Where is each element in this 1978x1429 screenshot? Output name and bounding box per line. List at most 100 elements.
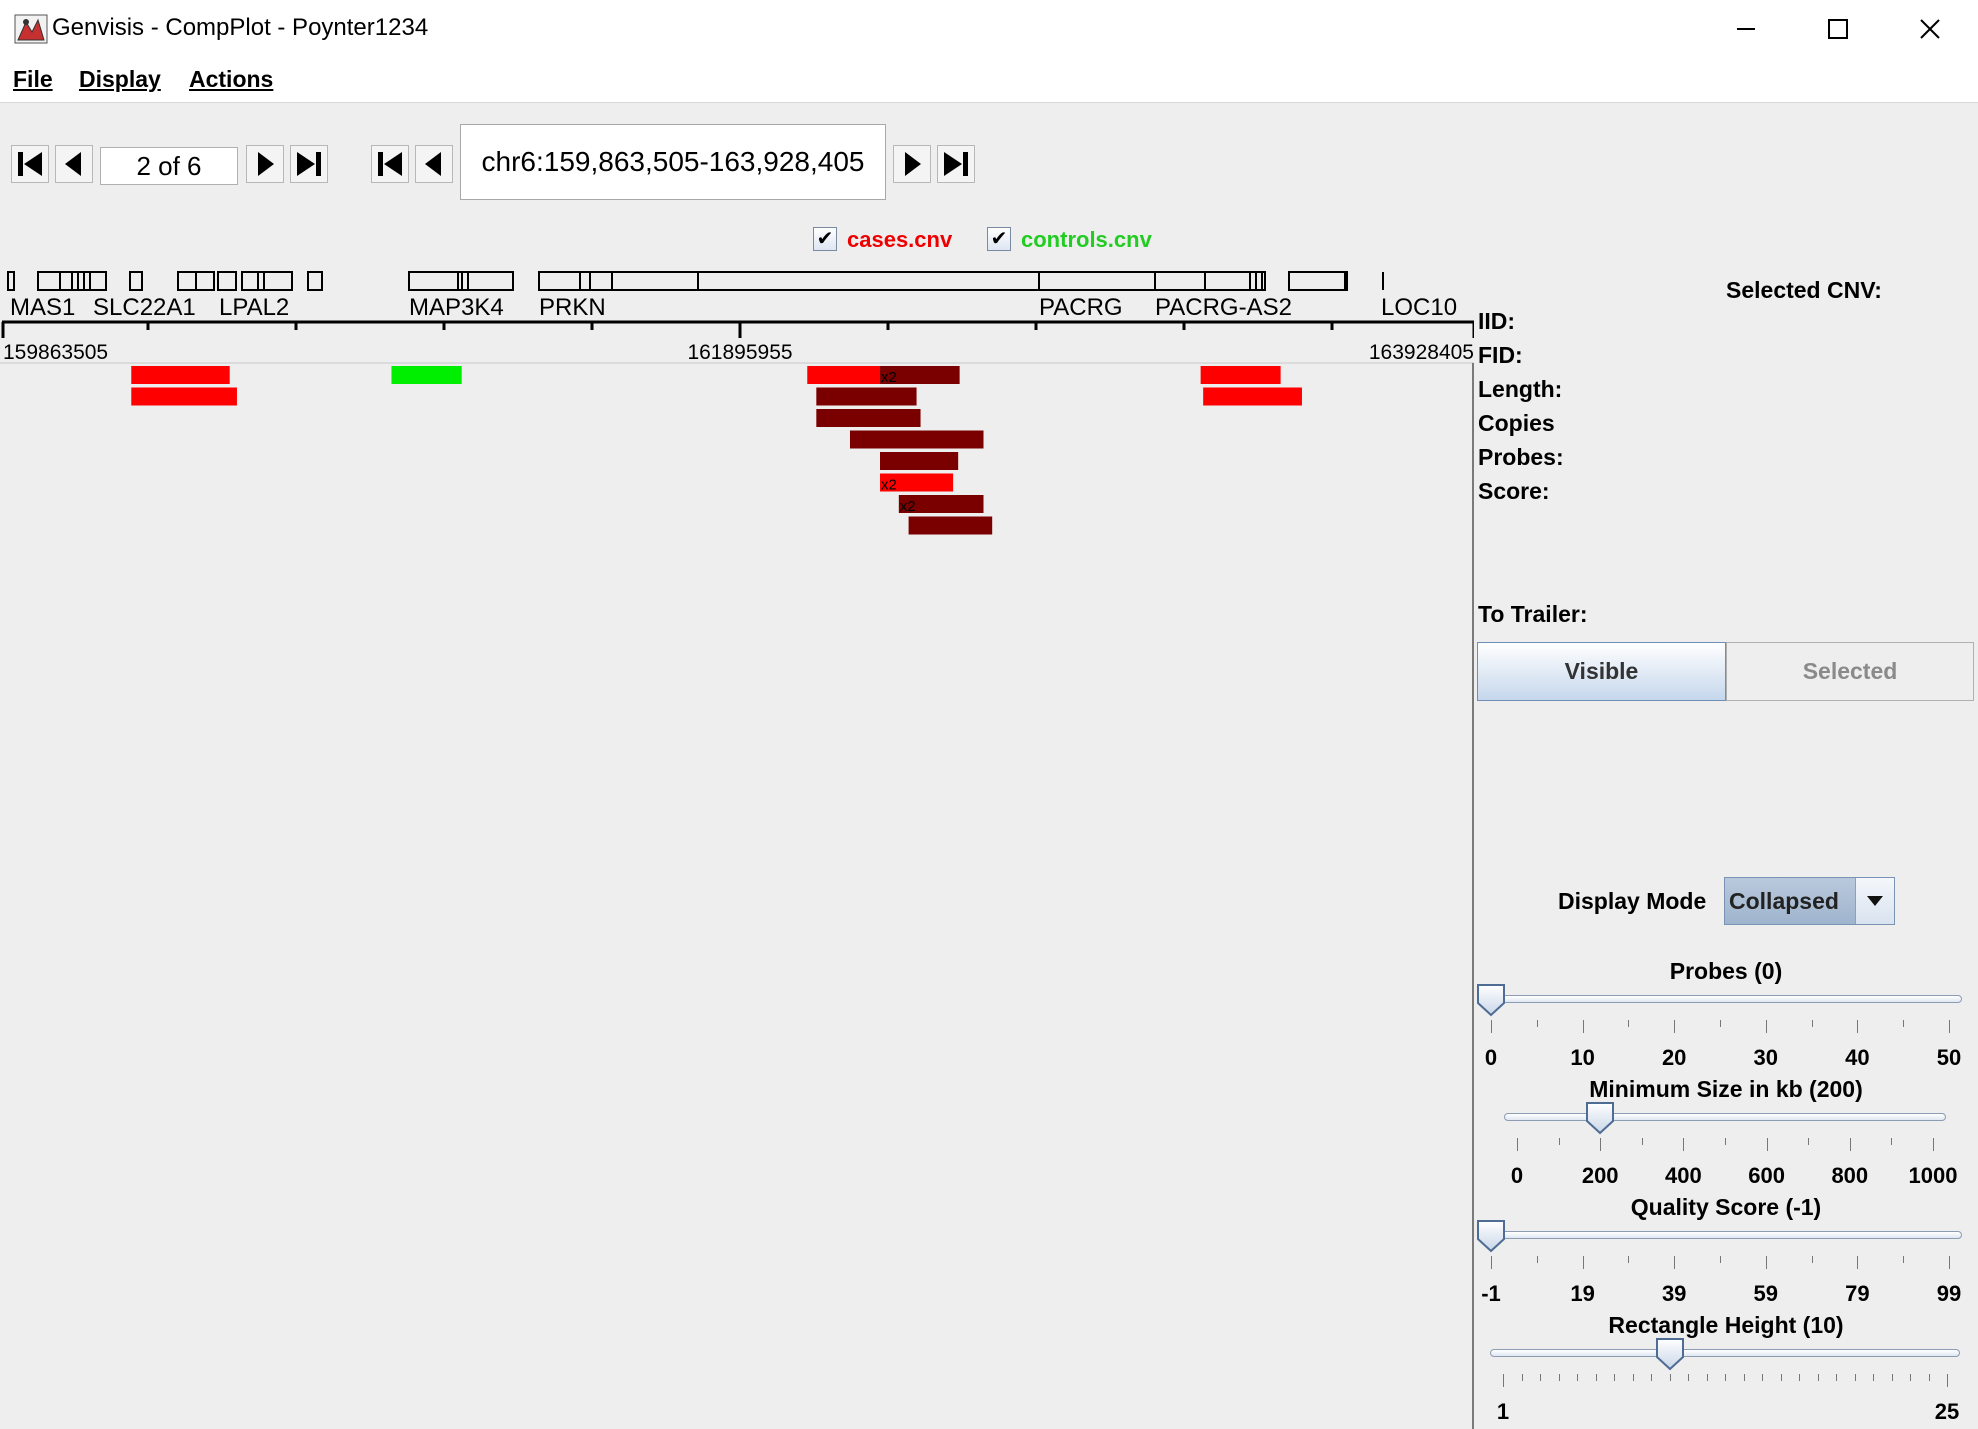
cnv-rectangle[interactable] xyxy=(391,366,462,384)
gene-label: LPAL2 xyxy=(219,294,289,321)
slider-tick xyxy=(1725,1374,1726,1381)
slider-tick xyxy=(1536,1020,1538,1027)
slider-tick xyxy=(1706,1374,1708,1381)
menu-bar xyxy=(0,58,1978,103)
cnv-rectangle[interactable] xyxy=(131,366,230,384)
cnv-rectangle[interactable] xyxy=(131,387,237,406)
to-trailer-label: To Trailer: xyxy=(1478,601,1588,627)
slider-thumb[interactable] xyxy=(1476,983,1506,1017)
fid-label: FID: xyxy=(1478,342,1523,368)
cnv-plot[interactable]: MAS1 SLC22A1 LPAL2 MAP3K4 PRKN PACRG PAC… xyxy=(0,270,1474,1429)
next-record-button[interactable] xyxy=(246,145,284,183)
slider-tick xyxy=(1558,1374,1560,1381)
slider-tick-label: 25 xyxy=(1934,1399,1960,1424)
cnv-rectangle[interactable] xyxy=(849,430,984,449)
slider-tick xyxy=(1849,1138,1851,1151)
slider-tick xyxy=(1558,1138,1560,1145)
slider-tick xyxy=(1683,1138,1685,1151)
last-record-button[interactable] xyxy=(290,145,328,183)
slider-tick xyxy=(1949,1256,1950,1269)
slider-tick xyxy=(1808,1138,1810,1145)
region-field[interactable]: chr6:159,863,505-163,928,405 xyxy=(460,124,886,200)
slider-tick xyxy=(1891,1138,1893,1145)
slider-tick xyxy=(1817,1374,1819,1381)
cnv-rectangle[interactable] xyxy=(1200,366,1281,384)
slider-track[interactable] xyxy=(1478,1231,1962,1239)
slider-tick xyxy=(1873,1374,1874,1381)
minimize-icon xyxy=(1737,28,1755,30)
slider-tick xyxy=(1600,1138,1602,1151)
next-region-button[interactable] xyxy=(893,145,931,183)
cnv-count-label: x2 xyxy=(881,477,897,494)
maximize-button[interactable] xyxy=(1792,0,1884,58)
dropdown-button[interactable] xyxy=(1855,878,1894,924)
checkmark-icon: ✔ xyxy=(816,228,834,250)
slider-tick xyxy=(1743,1374,1745,1381)
slider-thumb[interactable] xyxy=(1585,1101,1615,1135)
minimize-button[interactable] xyxy=(1700,0,1792,58)
cnv-rectangle[interactable] xyxy=(880,452,959,470)
menu-actions[interactable]: Actions xyxy=(189,66,273,93)
slider-tick xyxy=(1799,1374,1800,1381)
controls-checkbox[interactable]: ✔ xyxy=(987,227,1011,251)
skip-first-icon xyxy=(18,152,42,176)
display-mode-select[interactable]: Collapsed xyxy=(1724,877,1895,925)
first-region-button[interactable] xyxy=(371,145,409,183)
slider-tick xyxy=(1628,1256,1630,1263)
slider-track[interactable] xyxy=(1504,1113,1946,1121)
selected-cnv-heading: Selected CNV: xyxy=(1726,277,1882,303)
gene-label: LOC10 xyxy=(1381,294,1457,321)
slider-tick-label: 800 xyxy=(1831,1163,1869,1188)
slider-track[interactable] xyxy=(1478,995,1962,1003)
app-icon xyxy=(14,14,48,44)
slider-tick xyxy=(1910,1374,1911,1381)
cnv-rectangle[interactable] xyxy=(816,409,921,427)
slider-tick-label: 30 xyxy=(1753,1045,1779,1070)
slider-tick-label: 20 xyxy=(1661,1045,1687,1070)
maximize-icon xyxy=(1828,19,1848,39)
slider-tick-label: 600 xyxy=(1748,1163,1785,1188)
visible-button[interactable]: Visible xyxy=(1477,642,1726,701)
next-icon xyxy=(905,152,921,176)
slider-tick xyxy=(1811,1256,1813,1263)
length-label: Length: xyxy=(1478,376,1563,402)
slider-thumb[interactable] xyxy=(1476,1219,1506,1253)
last-region-button[interactable] xyxy=(937,145,975,183)
checkmark-icon: ✔ xyxy=(990,228,1008,250)
previous-region-button[interactable] xyxy=(415,145,453,183)
cases-file-label: cases.cnv xyxy=(847,227,953,252)
slider-tick-label: 79 xyxy=(1845,1281,1870,1306)
close-button[interactable] xyxy=(1884,0,1976,58)
slider-tick xyxy=(1503,1374,1504,1387)
controls-file-label: controls.cnv xyxy=(1021,227,1152,252)
cnv-rectangle[interactable] xyxy=(816,387,917,406)
cnv-rectangle[interactable] xyxy=(908,516,993,535)
cnv-rectangle[interactable] xyxy=(807,366,881,384)
slider-track[interactable] xyxy=(1490,1349,1960,1357)
slider-tick xyxy=(1903,1020,1905,1027)
slider-tick xyxy=(1536,1256,1538,1263)
selected-button[interactable]: Selected xyxy=(1726,642,1974,701)
slider-tick xyxy=(1632,1374,1634,1381)
menu-file[interactable]: File xyxy=(13,66,53,93)
first-record-button[interactable] xyxy=(11,145,49,183)
probes-label: Probes: xyxy=(1478,444,1564,470)
slider-tick xyxy=(1854,1374,1856,1381)
display-mode-label: Display Mode xyxy=(1558,888,1707,914)
menu-display[interactable]: Display xyxy=(79,66,161,93)
axis-end-label: 163928405 xyxy=(1369,341,1474,364)
slider-tick-label: 0 xyxy=(1510,1163,1524,1188)
slider-tick xyxy=(1891,1374,1893,1381)
quality-score-slider-label: Quality Score (-1) xyxy=(1630,1194,1822,1220)
gene-label: PACRG-AS2 xyxy=(1155,294,1292,321)
slider-tick xyxy=(1614,1374,1615,1381)
cnv-rectangle[interactable] xyxy=(1203,387,1302,406)
cases-checkbox[interactable]: ✔ xyxy=(813,227,837,251)
record-index-field[interactable]: 2 of 6 xyxy=(100,147,238,185)
slider-tick xyxy=(1595,1374,1597,1381)
slider-tick xyxy=(1949,1020,1950,1033)
window-title: Genvisis - CompPlot - Poynter1234 xyxy=(52,14,429,41)
cnv-count-label: x2 xyxy=(881,369,897,386)
previous-record-button[interactable] xyxy=(55,145,93,183)
slider-thumb[interactable] xyxy=(1655,1337,1685,1371)
